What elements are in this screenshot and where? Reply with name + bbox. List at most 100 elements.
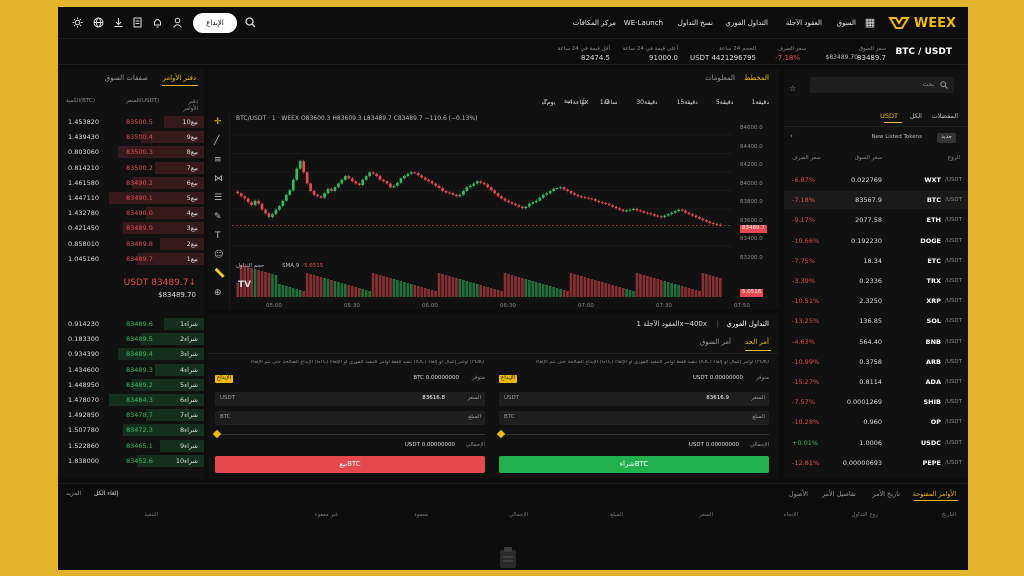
candlestick-chart[interactable] [232, 127, 732, 297]
nav-copy-trading[interactable]: نسخ التداول [678, 19, 713, 27]
tab-favorites[interactable]: المفضلات [932, 113, 958, 120]
ask-row[interactable]: بيع6 83490.2 1.461580 [58, 176, 204, 190]
trendline-icon[interactable]: ╱ [214, 137, 219, 146]
star-filter-icon[interactable]: ☆ [789, 85, 796, 93]
buy-price-input[interactable]: السعر 83616.9 USDT [499, 392, 769, 406]
bid-row[interactable]: شراء5 83489.2 1.448950 [58, 378, 204, 392]
new-listed-tag[interactable]: جديد [937, 133, 956, 143]
fib-icon[interactable]: ☰ [214, 194, 222, 203]
market-row[interactable]: /USDT PEPE 0.00000693 -12.81% [784, 454, 968, 472]
new-listed-label[interactable]: New Listed Tokens [872, 134, 923, 141]
bid-row[interactable]: شراء7 83478.7 1.492850 [58, 408, 204, 422]
market-row[interactable]: /USDT ETH 2077.58 -9.17% [784, 211, 968, 229]
interval-option[interactable]: 30دقيقة [636, 99, 657, 106]
buy-slider-handle[interactable] [496, 429, 506, 439]
more-link[interactable]: المزيد [66, 491, 81, 497]
crosshair-icon[interactable]: ✛ [214, 118, 222, 127]
bid-row[interactable]: شراء8 83472.3 1.507780 [58, 423, 204, 437]
globe-icon[interactable] [92, 17, 104, 29]
buy-options-note[interactable]: الإيداع الصالحة حتى يتم الإلغاء (GTC) تن… [536, 360, 769, 365]
download-icon[interactable] [112, 17, 124, 29]
fullscreen-icon[interactable]: ⤢ [542, 99, 548, 106]
chevron-left-icon[interactable]: ‹ [790, 133, 793, 140]
tab-market-order[interactable]: أمر السوق [700, 339, 731, 346]
market-row[interactable]: /USDT BTC 83567.9 -7.18% [784, 191, 968, 210]
market-row[interactable]: /USDT SHIB 0.0001269 -7.57% [784, 393, 968, 411]
bid-row[interactable]: شراء4 83489.3 1.434600 [58, 363, 204, 377]
bid-row[interactable]: شراء3 83489.4 0.934390 [58, 347, 204, 361]
interval-option[interactable]: 5دقيقة [716, 99, 733, 106]
horizontal-lines-icon[interactable]: ≡ [214, 156, 222, 165]
sell-slider[interactable] [215, 434, 485, 435]
ruler-icon[interactable]: 📏 [214, 270, 225, 279]
tab-assets[interactable]: الأصول [789, 491, 808, 498]
apps-grid-icon[interactable]: ▦ [864, 17, 876, 29]
col-change[interactable]: سعر الصرف [792, 155, 821, 162]
sell-deposit-tag[interactable]: الإيداع [215, 375, 233, 383]
market-row[interactable]: /USDT DOGE 0.192230 -10.66% [784, 232, 968, 250]
col-price[interactable]: سعر السوق [855, 155, 882, 162]
trade-title[interactable]: التداول الفوري [726, 321, 769, 328]
pattern-icon[interactable]: ⋈ [214, 175, 223, 184]
buy-button[interactable]: شراءBTC [499, 456, 769, 473]
tab-limit-order[interactable]: أمر الحد [745, 339, 769, 346]
bid-row[interactable]: شراء10 83452.6 1.838000 [58, 454, 204, 468]
ask-row[interactable]: بيع5 83490.1 1.447110 [58, 191, 204, 205]
user-icon[interactable] [171, 17, 183, 29]
tab-order-history[interactable]: تاريخ الأمر [872, 491, 900, 498]
nav-spot[interactable]: التداول الفوري [725, 19, 768, 27]
tab-usdt[interactable]: USDT [880, 113, 898, 120]
tab-open-orders[interactable]: الأوامر المفتوحة [913, 491, 956, 498]
tab-order-book[interactable]: دفتر الأوامر [162, 75, 196, 82]
ask-row[interactable]: بيع4 83490.0 1.432780 [58, 206, 204, 220]
bid-row[interactable]: شراء9 83465.1 1.522860 [58, 439, 204, 453]
zoom-icon[interactable]: ⊕ [214, 289, 222, 298]
ask-row[interactable]: بيع7 83500.2 0.814210 [58, 161, 204, 175]
nav-futures[interactable]: العقود الآجلة [786, 19, 822, 27]
tab-order-details[interactable]: تفاصيل الأمر [822, 491, 856, 498]
market-row[interactable]: /USDT WXT 0.022769 -6.87% [784, 171, 968, 189]
nav-market[interactable]: السوق [837, 19, 856, 27]
tab-market-trades[interactable]: صفقات السوق [105, 75, 148, 82]
sell-options-note[interactable]: الإيداع الصالحة حتى يتم الإلغاء (GTC) تن… [251, 360, 484, 365]
nav-rewards[interactable]: مركز المكافآت [573, 19, 616, 27]
ask-row[interactable]: بيع1 83489.7 1.045160 [58, 252, 204, 266]
market-row[interactable]: /USDT SOL 136.85 -13.25% [784, 312, 968, 330]
futures-link[interactable]: العقود الآجلة 1x~400x [637, 321, 708, 328]
sell-button[interactable]: بيعBTC [215, 456, 485, 473]
bid-row[interactable]: شراء2 83489.5 0.183300 [58, 332, 204, 346]
sell-slider-handle[interactable] [212, 429, 222, 439]
bid-row[interactable]: شراء6 83484.3 1.478070 [58, 393, 204, 407]
ask-row[interactable]: بيع9 83500.4 1.439430 [58, 130, 204, 144]
ask-row[interactable]: بيع3 83489.9 0.421450 [58, 221, 204, 235]
col-pair[interactable]: الزوج [948, 155, 960, 162]
market-row[interactable]: /USDT ARB 0.3758 -10.99% [784, 353, 968, 371]
brush-icon[interactable]: ✎ [214, 213, 222, 222]
brand-logo[interactable]: WEEX [888, 15, 956, 31]
pair-title[interactable]: BTC / USDT [895, 48, 952, 57]
market-row[interactable]: /USDT TRX 0.2336 -3.39% [784, 272, 968, 290]
buy-slider[interactable] [499, 434, 769, 435]
nav-we-launch[interactable]: WE-Launch [624, 19, 663, 27]
orders-doc-icon[interactable] [131, 17, 143, 29]
market-row[interactable]: /USDT ADA 0.8114 -15.27% [784, 373, 968, 391]
market-row[interactable]: /USDT BNB 564.40 -4.63% [784, 333, 968, 351]
market-row[interactable]: /USDT ETC 18.34 -7.75% [784, 252, 968, 270]
buy-deposit-tag[interactable]: الإيداع [499, 375, 517, 383]
theme-sun-icon[interactable] [71, 17, 83, 29]
ask-row[interactable]: بيع10 83500.5 1.453820 [58, 115, 204, 129]
indicator-icon[interactable]: ƒx [582, 99, 589, 106]
market-row[interactable]: /USDT USDC 1.0006 +0.01% [784, 434, 968, 452]
market-search-input[interactable]: بحث [810, 77, 954, 93]
tab-all[interactable]: الكل [910, 113, 922, 120]
tab-info[interactable]: المعلومات [705, 75, 735, 82]
compare-icon[interactable]: ⇋ [564, 99, 570, 106]
emoji-icon[interactable]: ☺ [214, 251, 223, 260]
bid-row[interactable]: شراء1 83489.6 0.914230 [58, 317, 204, 331]
buy-amount-input[interactable]: المبلغ BTC [499, 411, 769, 425]
market-row[interactable]: /USDT XRP 2.3250 -10.51% [784, 292, 968, 310]
ask-row[interactable]: بيع2 83489.8 0.858010 [58, 237, 204, 251]
bell-icon[interactable] [151, 17, 163, 29]
deposit-button[interactable]: الإيداع [193, 13, 237, 33]
sell-price-input[interactable]: السعر 83616.8 USDT [215, 392, 485, 406]
